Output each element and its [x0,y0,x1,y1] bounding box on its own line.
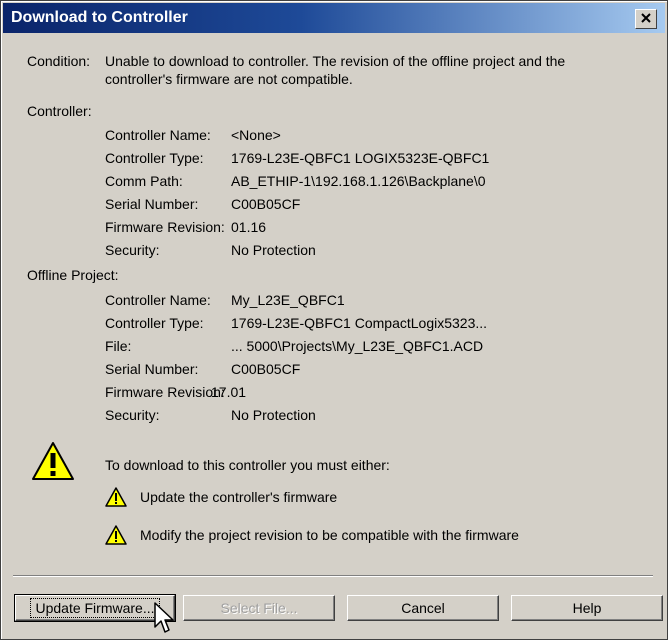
cancel-button[interactable]: Cancel [347,595,499,621]
small-warning-icon [105,525,127,550]
project-serial-label: Serial Number: [105,361,199,377]
controller-type-value: 1769-L23E-QBFC1 LOGIX5323E-QBFC1 [231,150,490,166]
controller-firmware-label: Firmware Revision: [105,219,225,235]
controller-serial-value: C00B05CF [231,196,301,212]
controller-heading: Controller: [27,103,92,119]
project-firmware-value: 17.01 [211,384,247,400]
condition-text-line2: controller's firmware are not compatible… [105,71,353,87]
option-update-firmware-text: Update the controller's firmware [140,489,338,505]
offline-project-heading: Offline Project: [27,267,119,283]
project-file-value: ... 5000\Projects\My_L23E_QBFC1.ACD [231,338,484,354]
condition-text-line1: Unable to download to controller. The re… [105,53,566,69]
update-firmware-button[interactable]: Update Firmware... [14,594,176,622]
project-security-label: Security: [105,407,160,423]
project-controller-name-label: Controller Name: [105,292,211,308]
project-controller-name-value: My_L23E_QBFC1 [231,292,345,308]
warning-intro-text: To download to this controller you must … [105,457,390,473]
dialog-title: Download to Controller [11,9,188,26]
project-file-label: File: [105,338,132,354]
small-warning-icon [105,487,127,512]
mouse-cursor-icon [153,601,175,640]
help-label: Help [572,600,602,616]
option-modify-revision-text: Modify the project revision to be compat… [140,527,519,543]
comm-path-value: AB_ETHIP-1\192.168.1.126\Backplane\0 [231,173,486,189]
project-controller-type-label: Controller Type: [105,315,204,331]
update-firmware-label: Update Firmware... [30,598,160,618]
controller-firmware-value: 01.16 [231,219,267,235]
project-controller-type-value: 1769-L23E-QBFC1 CompactLogix5323... [231,315,488,331]
controller-security-label: Security: [105,242,160,258]
close-icon [641,10,651,28]
button-separator [13,575,653,577]
controller-security-value: No Protection [231,242,316,258]
title-bar[interactable]: Download to Controller [3,3,665,33]
project-security-value: No Protection [231,407,316,423]
warning-icon [31,441,75,486]
comm-path-label: Comm Path: [105,173,183,189]
cancel-label: Cancel [401,600,445,616]
help-button[interactable]: Help [511,595,663,621]
download-to-controller-dialog: Download to Controller Condition: Unable… [0,0,668,640]
project-serial-value: C00B05CF [231,361,301,377]
close-button[interactable] [635,9,657,29]
controller-type-label: Controller Type: [105,150,204,166]
condition-label: Condition: [27,53,91,69]
controller-serial-label: Serial Number: [105,196,199,212]
select-file-label: Select File... [220,600,298,616]
controller-name-value: <None> [231,127,281,143]
controller-name-label: Controller Name: [105,127,211,143]
project-firmware-label: Firmware Revision: [105,384,225,400]
select-file-button[interactable]: Select File... [183,595,335,621]
